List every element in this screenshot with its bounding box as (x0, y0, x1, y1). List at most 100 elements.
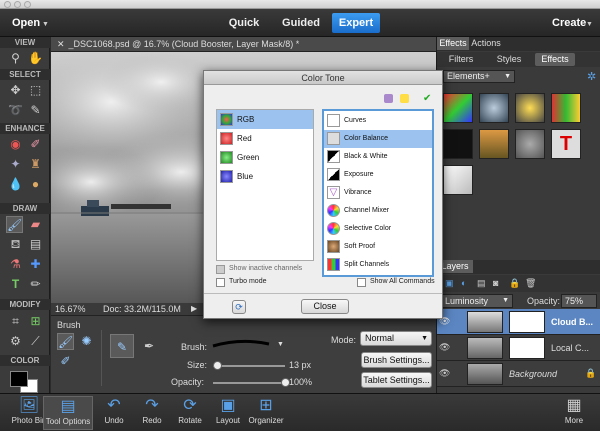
opacity-slider[interactable] (213, 378, 290, 387)
brush-option-icon[interactable]: 🖌 (57, 333, 74, 350)
tab-actions[interactable]: Actions (469, 37, 503, 50)
foreground-color-swatch[interactable] (10, 371, 28, 387)
smart-brush-tool-icon[interactable]: ✦ (7, 156, 24, 173)
open-menu[interactable]: Open (12, 17, 40, 29)
subtab-styles[interactable]: Styles (491, 53, 527, 66)
quick-selection-tool-icon[interactable]: ✎ (27, 102, 44, 119)
tool-options-button[interactable]: ▤ Tool Options (43, 396, 93, 430)
adj-vibrance[interactable]: ▽ Vibrance (324, 184, 432, 202)
open-dropdown-icon[interactable]: ▼ (42, 21, 49, 28)
more-button[interactable]: ▦ More (548, 396, 600, 430)
refresh-icon[interactable]: ⟳ (232, 300, 246, 314)
channel-blue[interactable]: Blue (217, 167, 313, 186)
show-all-commands-checkbox[interactable] (357, 278, 366, 287)
type-tool-icon[interactable]: T (7, 276, 24, 293)
recompose-tool-icon[interactable]: ⊞ (27, 313, 44, 330)
sponge-tool-icon[interactable]: ● (27, 176, 44, 193)
hand-tool-icon[interactable]: ✋ (27, 50, 44, 67)
brush-settings-button[interactable]: Brush Settings... (361, 352, 432, 368)
lock-icon[interactable]: 🔒 (509, 278, 520, 289)
layer-row[interactable]: 👁 Local C... (437, 335, 600, 361)
spot-healing-tool-icon[interactable]: ✐ (27, 136, 44, 153)
effect-thumb-3[interactable] (515, 93, 545, 123)
adjustment-layer-icon[interactable]: ◐ (461, 278, 466, 288)
adj-selective-color[interactable]: Selective Color (324, 220, 432, 238)
eye-icon[interactable]: 👁 (439, 368, 450, 379)
clone-stamp-tool-icon[interactable]: ♜ (27, 156, 44, 173)
brush-preview[interactable] (211, 338, 271, 350)
eyedropper-tool-icon[interactable]: ⚗ (7, 256, 24, 273)
effect-thumb-5[interactable] (443, 129, 473, 159)
panel-options-icon[interactable]: ✲ (587, 70, 596, 83)
crop-tool-icon[interactable]: ⌗ (7, 313, 24, 330)
custom-shape-tool-icon[interactable]: ✚ (27, 256, 44, 273)
pencil-tool-icon[interactable]: ✏ (27, 276, 44, 293)
organizer-button[interactable]: ⊞ Organizer (240, 396, 292, 430)
red-eye-tool-icon[interactable]: ◉ (7, 136, 24, 153)
airbrush-toggle-icon[interactable]: ✒ (137, 334, 161, 358)
adj-channel-mixer[interactable]: Channel Mixer (324, 202, 432, 220)
tablet-settings-button[interactable]: Tablet Settings... (361, 372, 432, 388)
adj-split-channels[interactable]: Split Channels (324, 256, 432, 274)
zoom-tool-icon[interactable]: ⚲ (7, 50, 24, 67)
effect-thumb-9[interactable] (443, 165, 473, 195)
create-menu[interactable]: Create (552, 17, 586, 29)
channel-red[interactable]: Red (217, 129, 313, 148)
size-slider-knob[interactable] (213, 361, 223, 370)
move-tool-icon[interactable]: ✥ (7, 82, 24, 99)
mode-quick[interactable]: Quick (224, 13, 264, 33)
adj-color-balance[interactable]: Color Balance (324, 130, 432, 148)
minimize-window-button[interactable] (14, 1, 21, 8)
apply-check-icon[interactable]: ✔ (423, 93, 431, 104)
effect-thumb-7[interactable] (515, 129, 545, 159)
layer-mask-thumbnail[interactable] (509, 311, 545, 333)
plugin-icon[interactable] (384, 94, 393, 103)
mode-guided[interactable]: Guided (278, 13, 324, 33)
blur-tool-icon[interactable]: 💧 (7, 176, 24, 193)
brush-dropdown-icon[interactable]: ▼ (277, 341, 284, 348)
mode-expert[interactable]: Expert (332, 13, 380, 33)
favorite-icon[interactable] (400, 94, 409, 103)
adj-curves[interactable]: Curves (324, 112, 432, 130)
adj-soft-proof[interactable]: Soft Proof (324, 238, 432, 256)
effect-thumb-text[interactable]: T (551, 129, 581, 159)
size-slider[interactable] (213, 361, 285, 370)
show-inactive-checkbox[interactable] (216, 265, 225, 274)
document-close-icon[interactable]: ✕ (57, 39, 65, 49)
new-layer-icon[interactable]: ▣ (445, 278, 454, 289)
subtab-effects[interactable]: Effects (535, 53, 575, 66)
channel-rgb[interactable]: RGB (217, 110, 313, 129)
impressionist-brush-icon[interactable]: ✺ (78, 333, 95, 350)
straighten-tool-icon[interactable]: ⟋ (27, 333, 44, 350)
effect-thumb-1[interactable] (443, 93, 473, 123)
marquee-tool-icon[interactable]: ⬚ (27, 82, 44, 99)
subtab-filters[interactable]: Filters (443, 53, 479, 66)
lasso-tool-icon[interactable]: ➰ (7, 102, 24, 119)
adj-exposure[interactable]: Exposure (324, 166, 432, 184)
channel-green[interactable]: Green (217, 148, 313, 167)
effect-thumb-2[interactable] (479, 93, 509, 123)
effect-thumb-4[interactable] (551, 93, 581, 123)
gradient-tool-icon[interactable]: ▤ (27, 236, 44, 253)
document-tab[interactable]: ✕ _DSC1068.psd @ 16.7% (Cloud Booster, La… (51, 37, 436, 52)
blend-mode-select[interactable]: Luminosity ▼ (441, 294, 513, 308)
status-arrow-icon[interactable]: ▶ (191, 303, 197, 315)
content-aware-move-tool-icon[interactable]: ⚙ (7, 333, 24, 350)
close-button[interactable]: Close (301, 299, 349, 314)
group-icon[interactable]: ▤ (477, 278, 486, 289)
delete-layer-icon[interactable]: 🗑 (525, 278, 536, 289)
color-replacement-icon[interactable]: ✐ (57, 353, 74, 370)
zoom-window-button[interactable] (24, 1, 31, 8)
layer-row[interactable]: 👁 Background 🔒 (437, 361, 600, 387)
paint-bucket-tool-icon[interactable]: ⛾ (7, 236, 24, 253)
mask-icon[interactable]: ◙ (493, 278, 498, 288)
layer-opacity-input[interactable]: 75% (561, 294, 597, 308)
close-window-button[interactable] (4, 1, 11, 8)
effect-thumb-6[interactable] (479, 129, 509, 159)
adj-black-white[interactable]: Black & White (324, 148, 432, 166)
turbo-mode-checkbox[interactable] (216, 278, 225, 287)
tab-effects[interactable]: Effects (437, 37, 469, 50)
airbrush-mode-icon[interactable]: ✎ (110, 334, 134, 358)
layer-row[interactable]: 👁 Cloud B... (437, 309, 600, 335)
eye-icon[interactable]: 👁 (439, 342, 450, 353)
